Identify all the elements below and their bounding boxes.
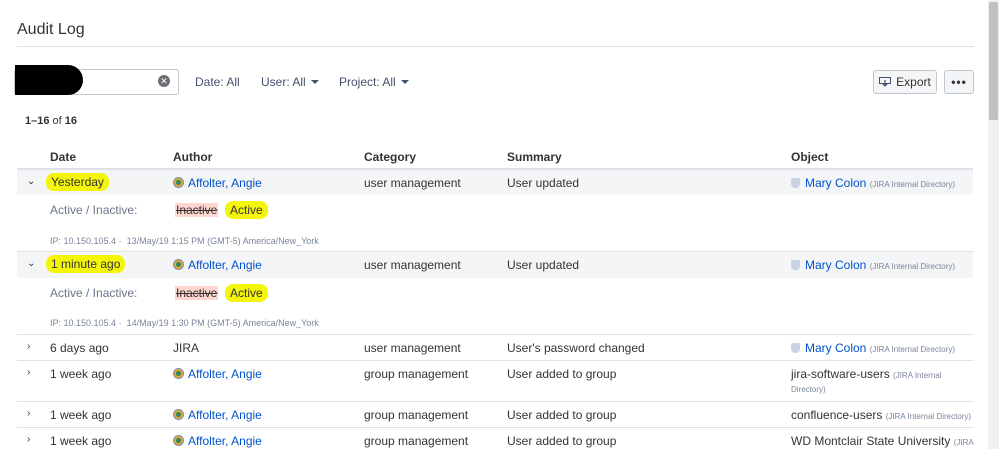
object-cell[interactable]: Mary Colon (JIRA Internal Directory) xyxy=(791,341,955,355)
summary-cell: User added to group xyxy=(507,434,617,448)
date-filter-label: Date: All xyxy=(195,75,240,89)
date-cell: 1 week ago xyxy=(50,408,112,422)
table-row[interactable]: › 6 days ago JIRA user management User's… xyxy=(17,335,973,361)
chevron-right-icon[interactable]: › xyxy=(27,367,35,378)
date-cell: Yesterday xyxy=(46,173,109,191)
author-cell: JIRA xyxy=(173,341,200,355)
category-cell: user management xyxy=(364,258,461,272)
user-avatar-icon xyxy=(173,259,184,270)
result-count: 1–16 of 16 xyxy=(25,115,78,127)
date-cell: 6 days ago xyxy=(50,341,109,355)
table-row[interactable]: › 1 week ago Affolter, Angie group manag… xyxy=(17,428,974,449)
chevron-down-icon[interactable]: ⌄ xyxy=(27,258,35,269)
table-row[interactable]: ⌄ 1 minute ago Affolter, Angie user mana… xyxy=(17,252,973,278)
user-avatar-icon xyxy=(173,177,184,188)
summary-cell: User updated xyxy=(507,176,580,190)
category-cell: group management xyxy=(364,408,469,422)
export-button[interactable]: Export xyxy=(873,70,937,94)
category-cell: user management xyxy=(364,176,461,190)
chevron-down-icon xyxy=(310,80,319,84)
table-row[interactable]: › 1 week ago Affolter, Angie group manag… xyxy=(17,402,973,428)
project-filter[interactable]: Project: All xyxy=(339,75,409,89)
date-cell: 1 week ago xyxy=(50,434,112,448)
summary-cell: User's password changed xyxy=(507,341,645,355)
more-actions-button[interactable]: ••• xyxy=(944,70,974,94)
ip-timestamp: IP: 10.150.105.4 · 13/May/19 1:15 PM (GM… xyxy=(50,236,319,246)
redacted-search-text xyxy=(15,65,83,95)
export-label: Export xyxy=(896,75,931,89)
category-cell: user management xyxy=(364,341,461,355)
user-filter[interactable]: User: All xyxy=(261,75,319,89)
scrollbar-thumb[interactable] xyxy=(989,2,998,120)
column-object[interactable]: Object xyxy=(791,150,828,164)
summary-cell: User added to group xyxy=(507,367,617,381)
date-filter[interactable]: Date: All xyxy=(195,75,240,89)
row-detail: Active / Inactive: Inactive Active IP: 1… xyxy=(17,278,973,335)
user-shield-icon xyxy=(791,343,800,353)
category-cell: group management xyxy=(364,434,469,448)
table-row[interactable]: ⌄ Yesterday Affolter, Angie user managem… xyxy=(17,169,973,195)
object-directory: Directory) xyxy=(791,385,826,394)
object-cell[interactable]: Mary Colon (JIRA Internal Directory) xyxy=(791,258,955,272)
user-avatar-icon xyxy=(173,368,184,379)
chevron-right-icon[interactable]: › xyxy=(27,408,35,419)
object-cell: jira-software-users (JIRA Internal xyxy=(791,367,942,381)
more-icon: ••• xyxy=(951,75,967,89)
summary-cell: User updated xyxy=(507,258,580,272)
author-cell[interactable]: Affolter, Angie xyxy=(173,434,262,448)
new-value: Active xyxy=(225,284,268,302)
user-avatar-icon xyxy=(173,435,184,446)
detail-label: Active / Inactive: xyxy=(50,203,138,217)
clear-icon[interactable]: ✕ xyxy=(158,75,170,87)
author-cell[interactable]: Affolter, Angie xyxy=(173,367,262,381)
category-cell: group management xyxy=(364,367,469,381)
user-shield-icon xyxy=(791,178,800,188)
old-value: Inactive xyxy=(175,203,219,217)
detail-label: Active / Inactive: xyxy=(50,286,138,300)
row-detail: Active / Inactive: Inactive Active IP: 1… xyxy=(17,195,973,252)
author-cell[interactable]: Affolter, Angie xyxy=(173,408,262,422)
object-cell[interactable]: Mary Colon (JIRA Internal Directory) xyxy=(791,176,955,190)
export-icon xyxy=(879,77,892,87)
summary-cell: User added to group xyxy=(507,408,617,422)
new-value: Active xyxy=(225,201,268,219)
column-category[interactable]: Category xyxy=(364,150,416,164)
chevron-right-icon[interactable]: › xyxy=(27,341,35,352)
user-shield-icon xyxy=(791,260,800,270)
chevron-down-icon[interactable]: ⌄ xyxy=(27,176,35,187)
column-date[interactable]: Date xyxy=(50,150,76,164)
chevron-down-icon xyxy=(400,80,409,84)
user-filter-label: User: All xyxy=(261,75,306,89)
column-author[interactable]: Author xyxy=(173,150,212,164)
old-value: Inactive xyxy=(175,286,219,300)
title-divider xyxy=(17,46,974,47)
table-header: Date Author Category Summary Object xyxy=(17,145,973,169)
column-summary[interactable]: Summary xyxy=(507,150,562,164)
chevron-right-icon[interactable]: › xyxy=(27,434,35,445)
table-row[interactable]: › 1 week ago Affolter, Angie group manag… xyxy=(17,361,973,402)
project-filter-label: Project: All xyxy=(339,75,396,89)
ip-timestamp: IP: 10.150.105.4 · 14/May/19 1:30 PM (GM… xyxy=(50,318,319,328)
object-cell: confluence-users (JIRA Internal Director… xyxy=(791,408,972,422)
date-cell: 1 week ago xyxy=(50,367,112,381)
object-cell: WD Montclair State University (JIRA xyxy=(791,434,974,448)
page-title: Audit Log xyxy=(17,21,85,38)
scrollbar[interactable] xyxy=(988,0,999,449)
date-cell: 1 minute ago xyxy=(46,255,126,273)
author-cell[interactable]: Affolter, Angie xyxy=(173,258,262,272)
user-avatar-icon xyxy=(173,409,184,420)
author-cell[interactable]: Affolter, Angie xyxy=(173,176,262,190)
